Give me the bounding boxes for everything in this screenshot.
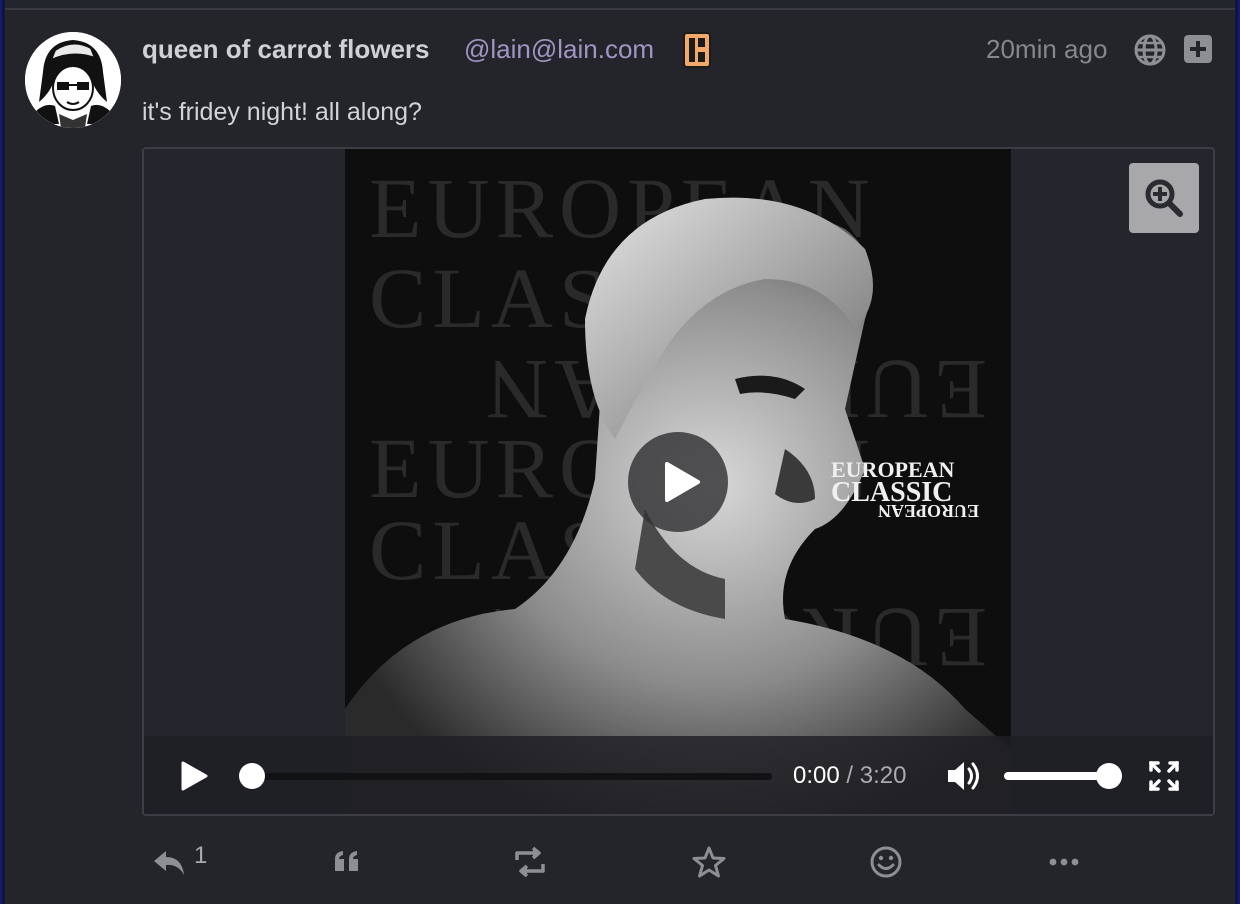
status-actions: 1 xyxy=(142,838,1142,886)
retweet-icon xyxy=(515,847,545,877)
play-button[interactable] xyxy=(178,760,210,792)
time-separator: / xyxy=(846,762,854,789)
anime-girl-avatar-icon xyxy=(25,32,121,128)
more-button[interactable] xyxy=(1049,838,1079,886)
smile-icon xyxy=(870,846,902,878)
reply-button[interactable]: 1 xyxy=(152,838,207,886)
author-display-name[interactable]: queen of carrot flowers xyxy=(142,34,430,65)
media-attachment[interactable]: EUROPEAN CLASSIC EUROPEAN EUROPEAN CLASS… xyxy=(142,147,1215,816)
zoom-button[interactable] xyxy=(1129,163,1199,233)
author-handle[interactable]: @lain@lain.com xyxy=(464,34,654,65)
play-icon xyxy=(181,761,208,791)
status-content: it's fridey night! all along? xyxy=(142,98,422,126)
volume-slider-handle[interactable] xyxy=(1096,763,1122,789)
volume-icon[interactable] xyxy=(946,758,984,794)
status-header: queen of carrot flowers @lain@lain.com 2… xyxy=(142,32,1235,68)
quote-icon xyxy=(335,851,358,871)
quote-button[interactable] xyxy=(332,838,362,886)
status-timestamp[interactable]: 20min ago xyxy=(986,34,1107,65)
seek-bar-handle[interactable] xyxy=(239,763,265,789)
avatar[interactable] xyxy=(25,32,121,128)
time-display: 0:00 / 3:20 xyxy=(793,762,906,790)
status-card: queen of carrot flowers @lain@lain.com 2… xyxy=(5,8,1235,904)
reply-icon xyxy=(154,851,184,875)
ellipsis-icon xyxy=(1049,858,1079,866)
duration: 3:20 xyxy=(859,762,907,789)
zoom-in-icon xyxy=(1145,179,1183,217)
favorite-button[interactable] xyxy=(692,838,726,886)
current-time: 0:00 xyxy=(793,762,840,789)
plus-square-icon[interactable] xyxy=(1183,34,1213,64)
big-play-button[interactable] xyxy=(628,432,728,532)
player-controls: 0:00 / 3:20 xyxy=(144,736,1213,814)
reply-count: 1 xyxy=(194,842,208,869)
star-icon xyxy=(692,846,726,878)
cover-text-line3: EUROPEAN xyxy=(878,501,979,521)
bot-badge-icon xyxy=(683,32,711,68)
fullscreen-icon[interactable] xyxy=(1148,760,1180,792)
seek-bar[interactable] xyxy=(252,773,772,780)
globe-icon[interactable] xyxy=(1134,34,1166,66)
boost-button[interactable] xyxy=(512,838,548,886)
play-icon xyxy=(665,462,700,502)
react-button[interactable] xyxy=(869,838,903,886)
